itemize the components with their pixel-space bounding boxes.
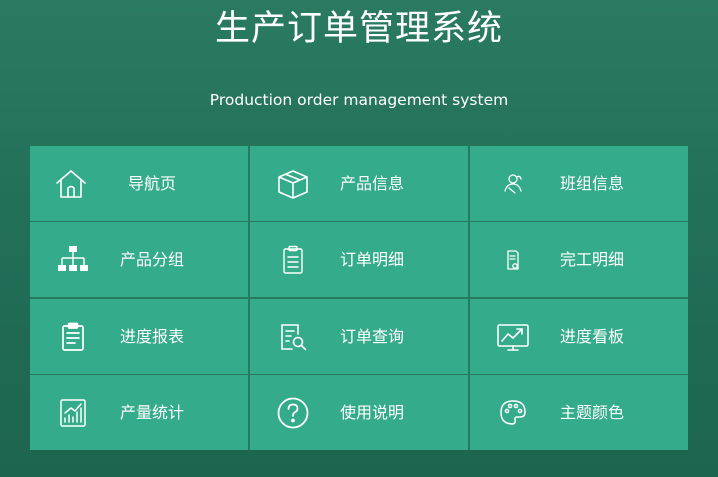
- menu-tile-navigation[interactable]: 导航页: [30, 146, 248, 221]
- menu-label-theme-color: 主题颜色: [560, 402, 625, 422]
- menu-label-order-detail: 订单明细: [340, 250, 405, 270]
- menu-tile-progress-board[interactable]: 进度看板: [470, 298, 688, 374]
- menu-tile-progress-report[interactable]: 进度报表: [30, 298, 248, 374]
- menu-label-order-query: 订单查询: [340, 326, 405, 346]
- hierarchy-icon: [56, 243, 90, 277]
- report-icon: [56, 320, 90, 354]
- menu-label-completion-detail: 完工明细: [560, 250, 625, 270]
- home-icon: [54, 167, 88, 201]
- menu-tile-product-group[interactable]: 产品分组: [30, 222, 248, 298]
- document-icon: [496, 243, 530, 277]
- menu-tile-theme-color[interactable]: 主题颜色: [470, 374, 688, 450]
- menu-label-product-group: 产品分组: [120, 250, 185, 270]
- team-icon: [496, 167, 530, 201]
- page-subtitle: Production order management system: [209, 91, 509, 109]
- menu-tile-user-guide[interactable]: 使用说明: [250, 374, 468, 450]
- question-icon: [276, 396, 310, 430]
- search-document-icon: [276, 320, 310, 354]
- menu-tile-order-query[interactable]: 订单查询: [250, 298, 468, 374]
- menu-tile-team-info[interactable]: 班组信息: [470, 146, 688, 221]
- bar-chart-icon: [56, 396, 90, 430]
- box-icon: [276, 167, 310, 201]
- page-title: 生产订单管理系统: [214, 9, 503, 49]
- palette-icon: [496, 396, 530, 430]
- menu-grid: 导航页 产品信息 班组信息 产品分组 订单明细 完工明细 进度报表 订单查询 进…: [30, 146, 688, 450]
- menu-tile-completion-detail[interactable]: 完工明细: [470, 222, 688, 298]
- menu-label-navigation: 导航页: [128, 174, 177, 193]
- menu-tile-product-info[interactable]: 产品信息: [250, 146, 468, 221]
- clipboard-icon: [276, 243, 310, 277]
- dashboard-chart-icon: [496, 320, 530, 354]
- menu-tile-output-statistics[interactable]: 产量统计: [30, 374, 248, 450]
- menu-tile-order-detail[interactable]: 订单明细: [250, 222, 468, 298]
- menu-label-output-statistics: 产量统计: [120, 402, 185, 422]
- menu-label-user-guide: 使用说明: [340, 402, 405, 422]
- menu-label-product-info: 产品信息: [340, 174, 405, 193]
- menu-label-progress-report: 进度报表: [120, 326, 185, 346]
- menu-label-progress-board: 进度看板: [560, 326, 625, 346]
- menu-label-team-info: 班组信息: [560, 174, 625, 193]
